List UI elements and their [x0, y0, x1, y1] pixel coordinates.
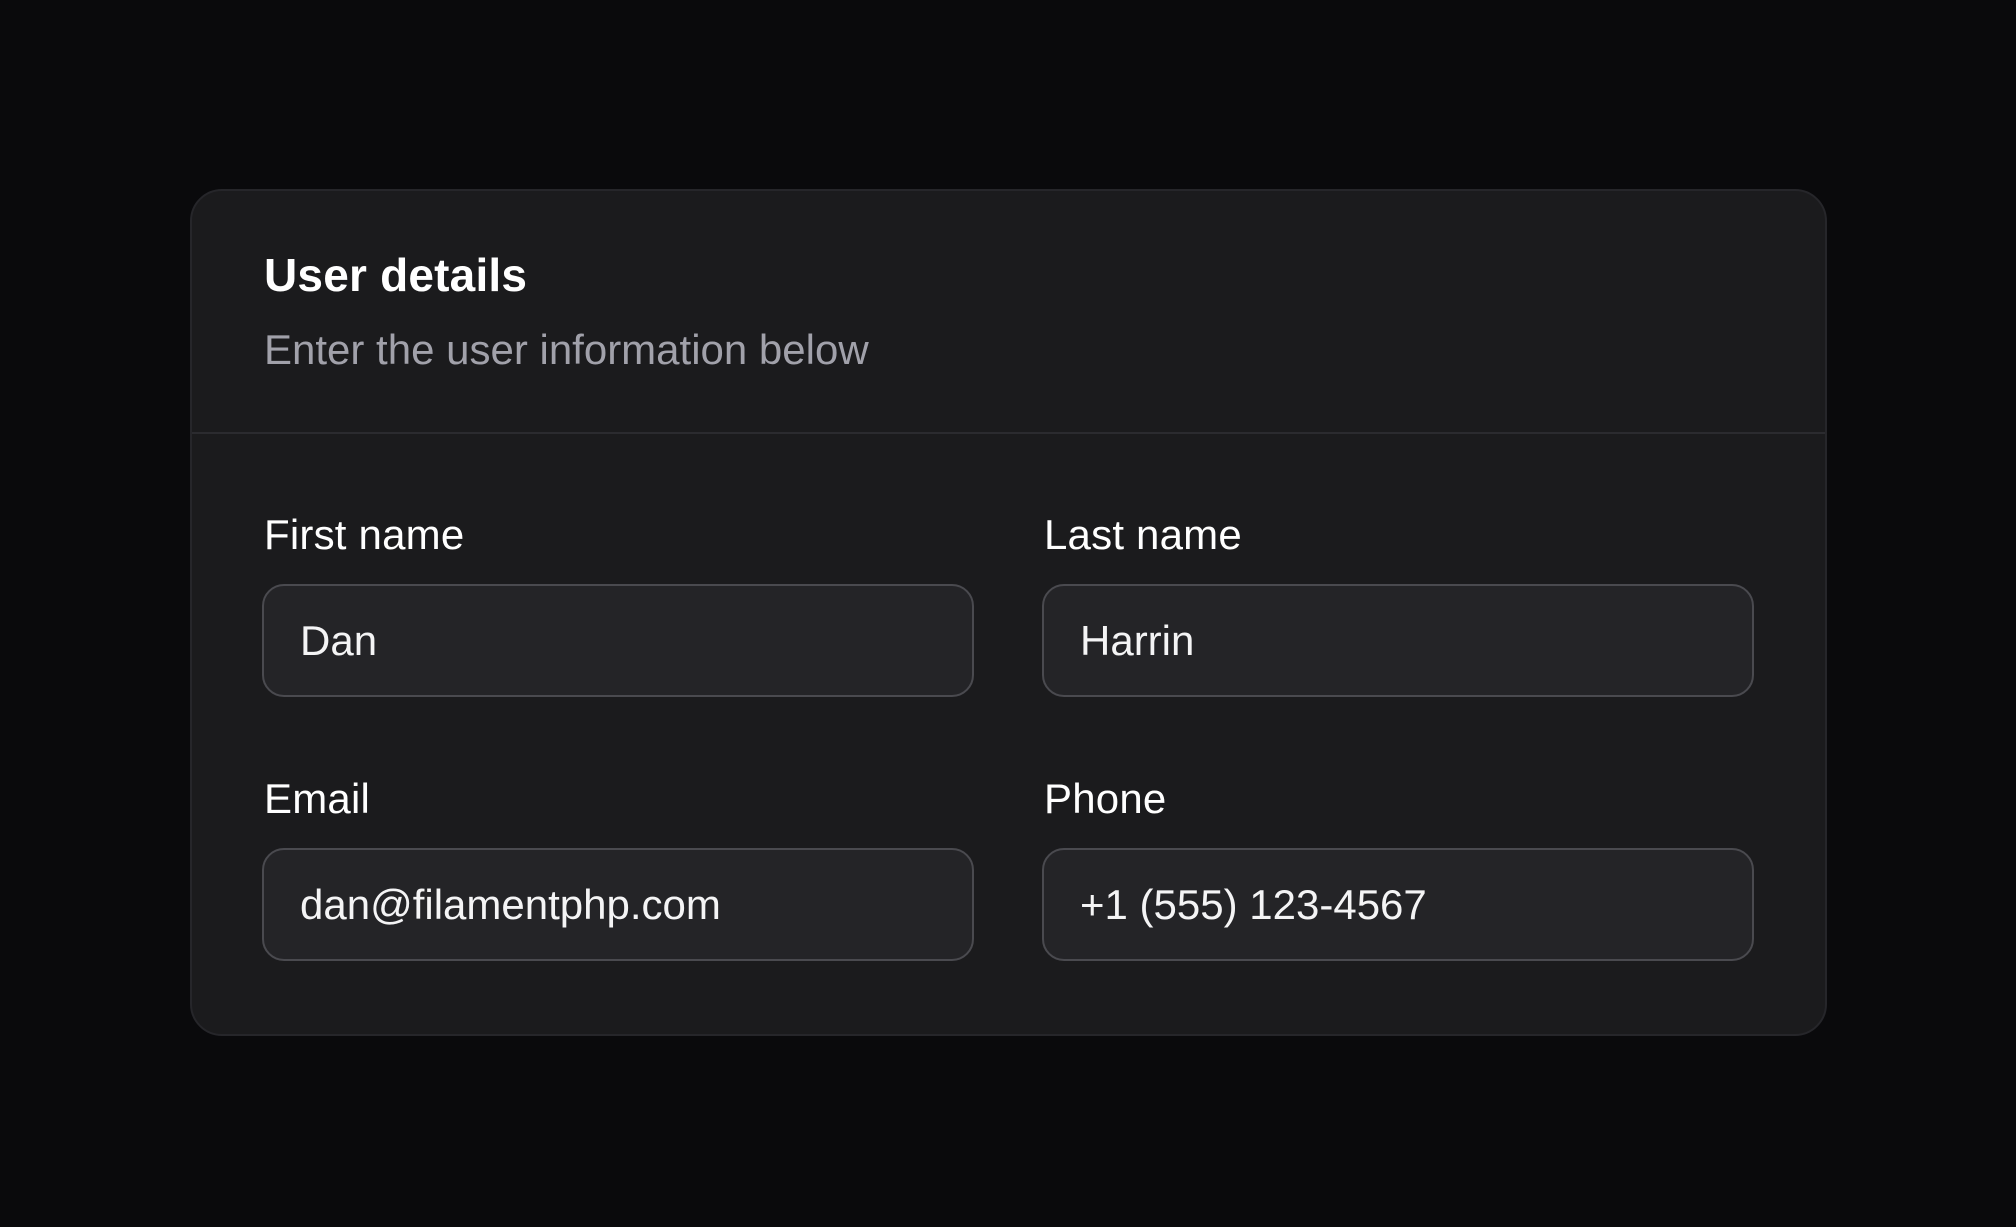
phone-field: Phone: [1042, 774, 1754, 961]
card-description: Enter the user information below: [264, 326, 869, 373]
user-details-card: User details Enter the user information …: [190, 189, 1827, 1036]
form-body: First name Last name Email Phone: [192, 434, 1825, 1034]
phone-label: Phone: [1044, 775, 1167, 822]
last-name-input[interactable]: [1042, 584, 1754, 697]
first-name-field: First name: [262, 510, 974, 697]
first-name-label: First name: [264, 511, 465, 558]
last-name-label: Last name: [1044, 511, 1242, 558]
email-label: Email: [264, 775, 371, 822]
card-header: User details Enter the user information …: [192, 191, 1825, 434]
email-field: Email: [262, 774, 974, 961]
email-input[interactable]: [262, 848, 974, 961]
last-name-field: Last name: [1042, 510, 1754, 697]
first-name-input[interactable]: [262, 584, 974, 697]
phone-input[interactable]: [1042, 848, 1754, 961]
card-title: User details: [264, 249, 528, 301]
